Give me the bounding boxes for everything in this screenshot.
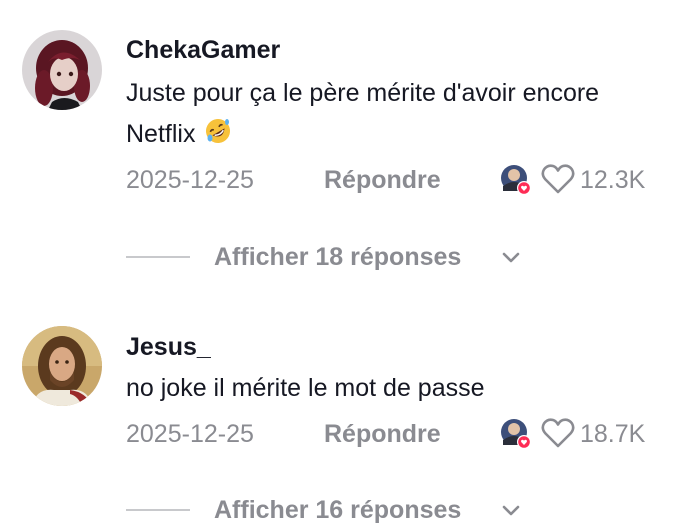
comment-date: 2025-12-25 [126,420,254,448]
view-replies-button[interactable]: Afficher 18 réponses [214,243,461,272]
reply-button[interactable]: Répondre [324,166,441,195]
comment-text: Juste pour ça le père mérite d'avoir enc… [126,73,646,158]
view-replies-row[interactable]: Afficher 16 réponses [0,490,682,530]
comment-text: no joke il mérite le mot de passe [126,368,646,409]
like-count: 18.7K [580,420,646,448]
divider [126,509,190,511]
like-count: 12.3K [580,166,646,194]
rolling-on-floor-laughing-emoji-icon [204,117,232,158]
comment-text-content: no joke il mérite le mot de passe [126,374,485,402]
avatar[interactable] [22,326,102,406]
view-replies-button[interactable]: Afficher 16 réponses [214,496,461,525]
avatar[interactable] [22,30,102,110]
divider [126,256,190,258]
creator-liked-avatar [500,418,532,450]
heart-icon[interactable] [540,416,576,450]
comment-item: ChekaGamer Juste pour ça le père mérite … [0,0,682,300]
creator-liked-avatar [500,164,532,196]
username[interactable]: ChekaGamer [126,36,280,65]
comment-meta-row: 2025-12-25 Répondre 18.7K [0,414,682,454]
username[interactable]: Jesus_ [126,333,211,362]
heart-icon[interactable] [540,162,576,196]
comment-date: 2025-12-25 [126,166,254,194]
reply-button[interactable]: Répondre [324,420,441,449]
comment-meta-row: 2025-12-25 Répondre 12.3K [0,160,682,200]
view-replies-row[interactable]: Afficher 18 réponses [0,237,682,277]
comment-item: Jesus_ no joke il mérite le mot de passe… [0,300,682,524]
chevron-down-icon[interactable] [500,500,522,520]
comment-text-content: Juste pour ça le père mérite d'avoir enc… [126,79,600,148]
chevron-down-icon[interactable] [500,247,522,267]
